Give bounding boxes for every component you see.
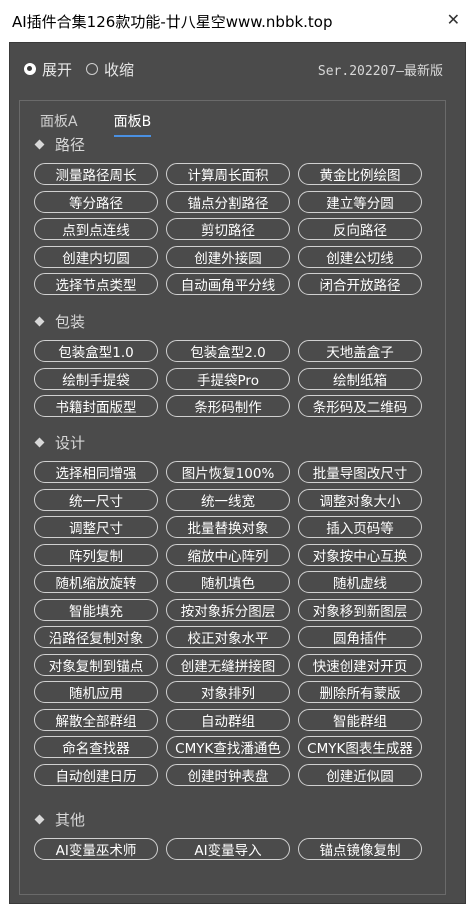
function-button[interactable]: 对象排列 <box>166 681 290 703</box>
function-button[interactable]: 圆角插件 <box>298 626 422 648</box>
function-button[interactable]: 等分路径 <box>34 190 158 213</box>
section-header: 路径 <box>34 134 86 155</box>
radio-selected-icon <box>24 63 36 75</box>
function-button[interactable]: 统一尺寸 <box>34 488 158 511</box>
function-button[interactable]: 按对象拆分图层 <box>166 598 290 621</box>
function-button[interactable]: AI变量导入 <box>166 838 290 860</box>
function-button[interactable]: 调整尺寸 <box>34 516 158 538</box>
title-bar: AI插件合集126款功能-廿八星空www.nbbk.top ✕ <box>0 0 474 42</box>
function-button[interactable]: 选择相同增强 <box>34 461 158 483</box>
function-button[interactable]: 剪切路径 <box>166 218 290 240</box>
plugin-panel: 展开 收缩 Ser.202207—最新版 面板A 面板B 路径测量路径周长 计算周… <box>9 42 466 904</box>
function-button[interactable]: 包装盒型1.0 <box>34 340 158 362</box>
function-button[interactable]: 插入页码等 <box>298 516 422 538</box>
diamond-icon <box>34 139 45 150</box>
function-button[interactable]: 对象移到新图层 <box>298 598 422 621</box>
diamond-icon <box>34 437 45 448</box>
window-title: AI插件合集126款功能-廿八星空www.nbbk.top <box>12 13 333 31</box>
collapse-label: 收缩 <box>104 60 135 79</box>
function-button[interactable]: 命名查找器 <box>34 736 158 758</box>
version-label: Ser.202207—最新版 <box>317 64 443 79</box>
function-button[interactable]: 对象按中心互换 <box>298 543 422 566</box>
function-button[interactable]: 随机虚线 <box>298 571 422 593</box>
tab-panel-b[interactable]: 面板B <box>113 111 151 137</box>
function-button[interactable]: 点到点连线 <box>34 218 158 240</box>
section-title: 路径 <box>55 136 86 154</box>
function-button[interactable]: 调整对象大小 <box>298 488 422 511</box>
function-button[interactable]: 阵列复制 <box>34 543 158 566</box>
function-button[interactable]: 解散全部群组 <box>34 708 158 731</box>
function-button[interactable]: 测量路径周长 <box>34 163 158 185</box>
function-button[interactable]: 锚点镜像复制 <box>298 838 422 860</box>
diamond-icon <box>34 316 45 327</box>
radio-unselected-icon <box>86 63 99 75</box>
function-button[interactable]: 批量导图改尺寸 <box>298 461 422 483</box>
function-button[interactable]: 创建无缝拼接图 <box>166 653 290 676</box>
function-button[interactable]: 反向路径 <box>298 218 422 240</box>
function-button[interactable]: 选择节点类型 <box>34 273 158 295</box>
section-title: 设计 <box>55 434 86 452</box>
diamond-icon <box>34 814 45 825</box>
function-button[interactable]: 绘制纸箱 <box>298 367 422 390</box>
function-button[interactable]: 自动群组 <box>166 708 290 731</box>
function-button[interactable]: 智能群组 <box>298 708 422 731</box>
display-options: 展开 收缩 <box>24 59 148 79</box>
function-button[interactable]: 图片恢复100% <box>166 461 290 483</box>
function-button[interactable]: 沿路径复制对象 <box>34 626 158 648</box>
function-button[interactable]: CMYK查找潘通色 <box>166 736 290 758</box>
section-header: 包装 <box>34 311 86 332</box>
function-button[interactable]: 书籍封面版型 <box>34 395 158 417</box>
function-button[interactable]: 包装盒型2.0 <box>166 340 290 362</box>
tab-bar: 面板A 面板B <box>40 111 151 137</box>
function-button[interactable]: CMYK图表生成器 <box>298 736 422 758</box>
function-button[interactable]: 手提袋Pro <box>166 367 290 390</box>
function-button[interactable]: 锚点分割路径 <box>166 190 290 213</box>
function-button[interactable]: 校正对象水平 <box>166 626 290 648</box>
function-button[interactable]: 快速创建对开页 <box>298 653 422 676</box>
function-button[interactable]: 闭合开放路径 <box>298 273 422 295</box>
collapse-radio[interactable]: 收缩 <box>86 59 134 80</box>
function-button[interactable]: 自动画角平分线 <box>166 273 290 295</box>
function-button[interactable]: 随机缩放旋转 <box>34 571 158 593</box>
function-button[interactable]: 绘制手提袋 <box>34 367 158 390</box>
function-button[interactable]: 创建时钟表盘 <box>166 763 290 786</box>
function-button[interactable]: 创建内切圆 <box>34 245 158 268</box>
function-box: 面板A 面板B 路径测量路径周长 计算周长面积 黄金比例绘图等分路径 锚点分割路径 建立… <box>19 100 446 895</box>
function-button[interactable]: 创建外接圆 <box>166 245 290 268</box>
expand-label: 展开 <box>42 60 73 79</box>
function-button[interactable]: 批量替换对象 <box>166 516 290 538</box>
function-button[interactable]: 天地盖盒子 <box>298 340 422 362</box>
function-button[interactable]: AI变量巫术师 <box>34 838 158 860</box>
function-button[interactable]: 随机应用 <box>34 681 158 703</box>
function-button[interactable]: 建立等分圆 <box>298 190 422 213</box>
function-button[interactable]: 条形码制作 <box>166 395 290 417</box>
function-button[interactable]: 自动创建日历 <box>34 763 158 786</box>
expand-radio[interactable]: 展开 <box>24 59 72 80</box>
function-button[interactable]: 缩放中心阵列 <box>166 543 290 566</box>
function-button[interactable]: 创建公切线 <box>298 245 422 268</box>
tab-panel-a[interactable]: 面板A <box>40 111 78 134</box>
section-header: 设计 <box>34 432 86 453</box>
section-header: 其他 <box>34 809 86 830</box>
function-button[interactable]: 对象复制到锚点 <box>34 653 158 676</box>
function-button[interactable]: 条形码及二维码 <box>298 395 422 417</box>
function-button[interactable]: 删除所有蒙版 <box>298 681 422 703</box>
function-button[interactable]: 黄金比例绘图 <box>298 163 422 185</box>
function-button[interactable]: 创建近似圆 <box>298 763 422 786</box>
function-button[interactable]: 统一线宽 <box>166 488 290 511</box>
function-button[interactable]: 随机填色 <box>166 571 290 593</box>
function-button[interactable]: 计算周长面积 <box>166 163 290 185</box>
function-button[interactable]: 智能填充 <box>34 598 158 621</box>
section-title: 其他 <box>55 811 86 829</box>
section-title: 包装 <box>55 313 86 331</box>
close-icon[interactable]: ✕ <box>447 10 460 29</box>
